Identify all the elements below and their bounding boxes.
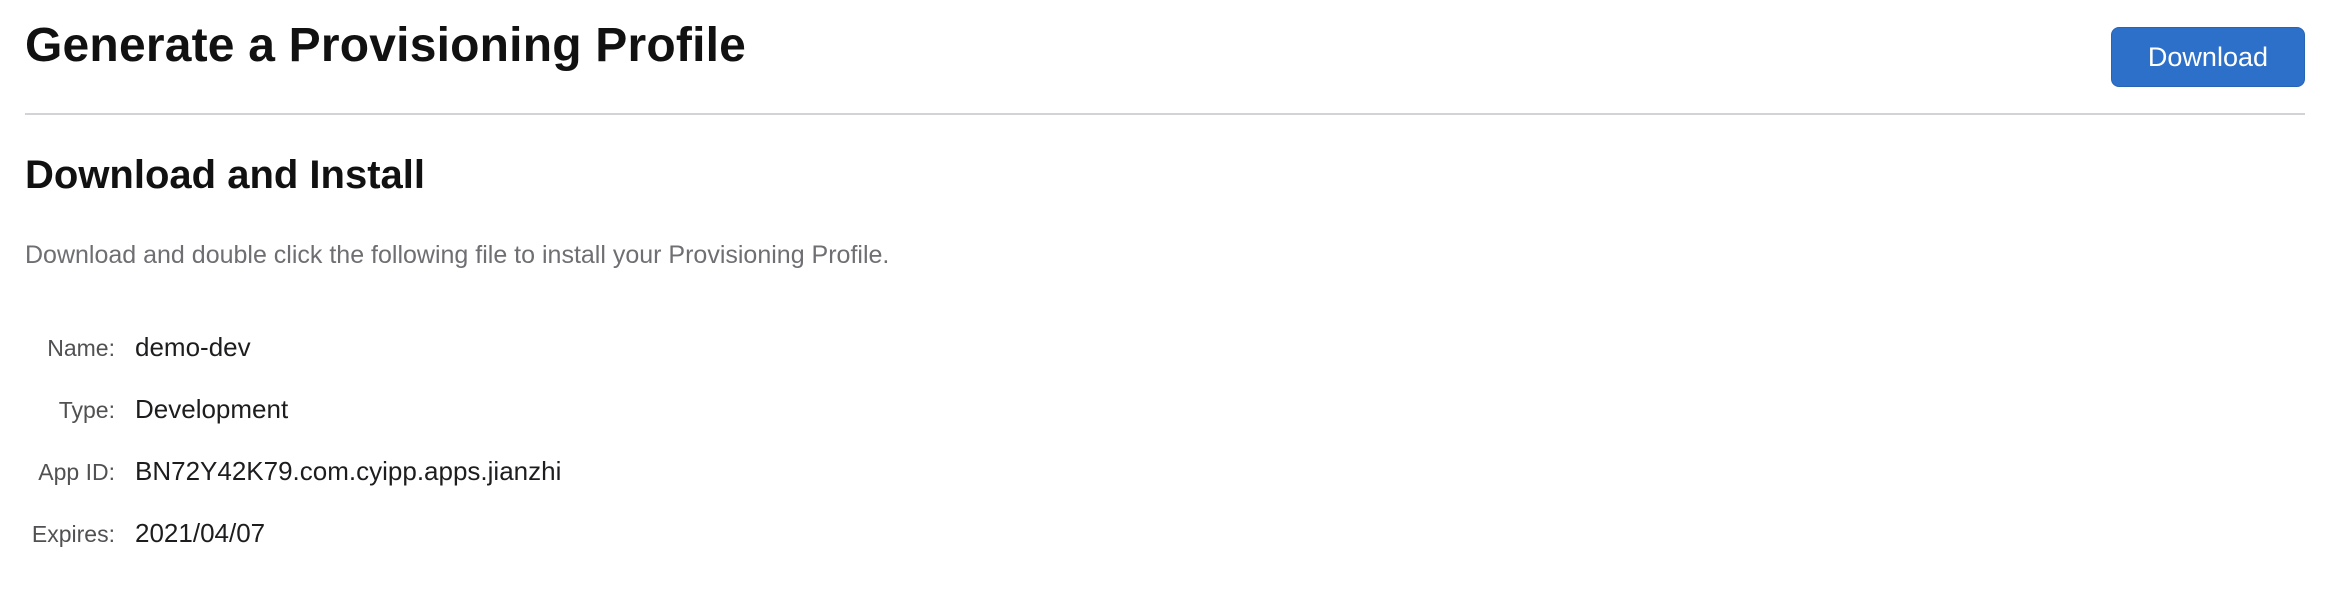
page-title: Generate a Provisioning Profile [25,19,747,72]
name-label: Name: [47,335,115,361]
expires-label: Expires: [31,521,115,547]
install-description: Download and double click the following … [25,241,890,269]
page-header: Generate a Provisioning Profile Download [25,0,2305,114]
download-button[interactable]: Download [2110,27,2305,87]
profile-details: Name: demo-dev Type: Development App ID:… [25,332,925,580]
detail-row-type: Type: Development [25,394,925,456]
section-heading: Download and Install [25,153,426,197]
name-value: demo-dev [135,332,251,362]
detail-row-name: Name: demo-dev [25,332,925,394]
detail-row-expires: Expires: 2021/04/07 [25,518,925,580]
type-label: Type: [58,397,115,423]
type-value: Development [135,394,289,424]
expires-value: 2021/04/07 [135,518,266,548]
detail-row-app-id: App ID: BN72Y42K79.com.cyipp.apps.jianzh… [25,456,925,518]
provisioning-profile-page: Generate a Provisioning Profile Download… [25,0,2305,594]
header-divider [25,113,2305,115]
app-id-value: BN72Y42K79.com.cyipp.apps.jianzhi [135,456,562,486]
app-id-label: App ID: [38,459,115,485]
